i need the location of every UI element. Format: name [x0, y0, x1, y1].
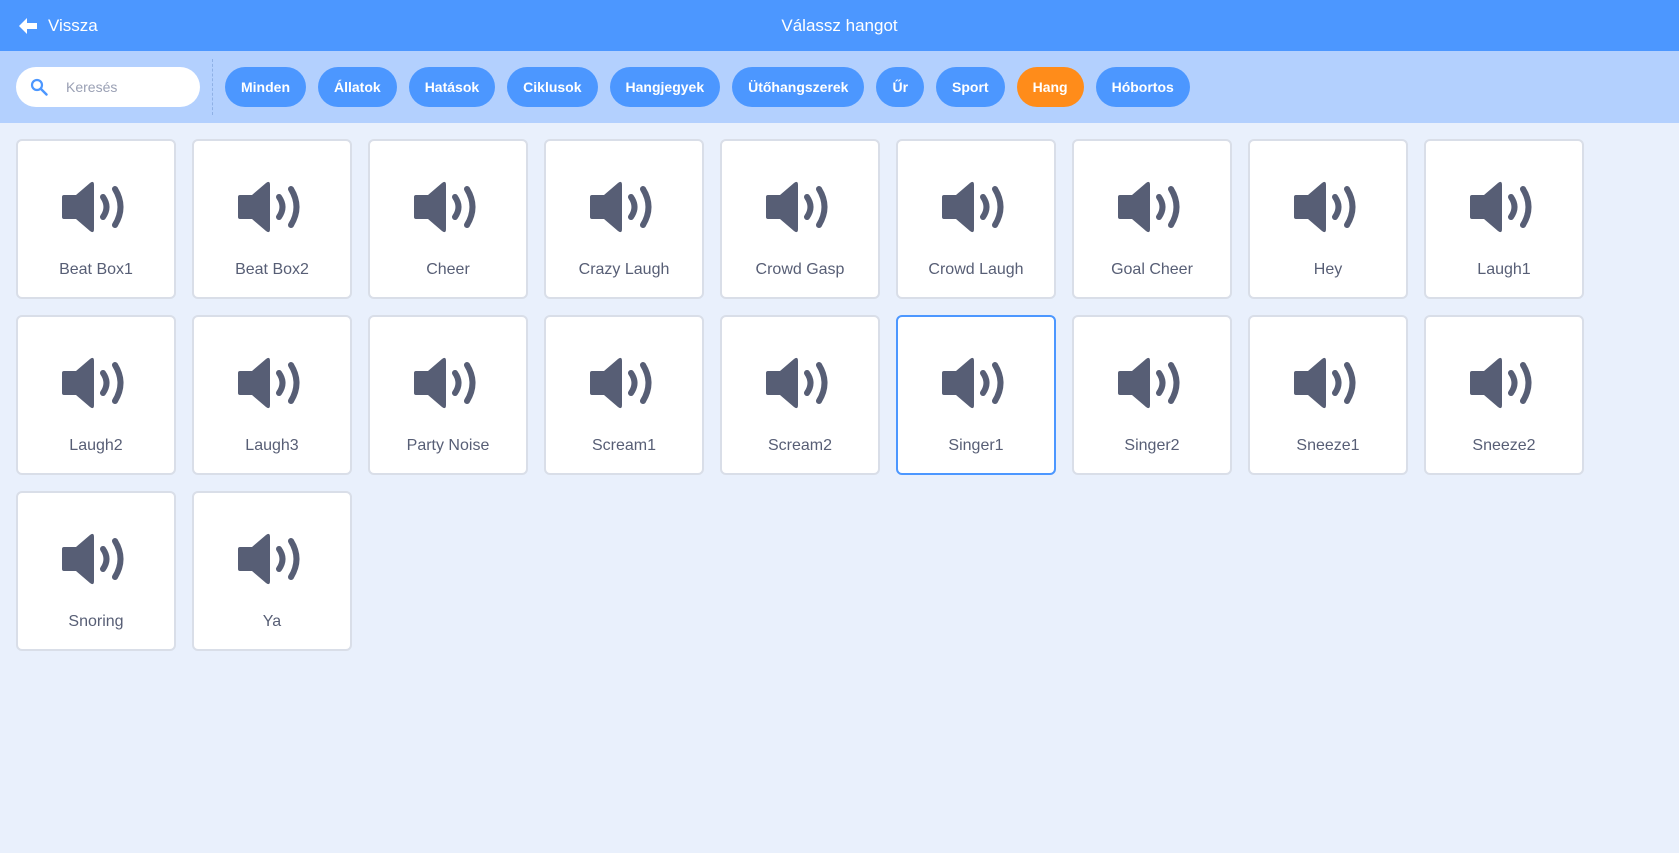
speaker-icon [1116, 179, 1188, 235]
speaker-icon [1468, 179, 1540, 235]
speaker-icon [588, 355, 660, 411]
sound-card[interactable]: Singer1 [896, 315, 1056, 475]
sound-label: Beat Box2 [235, 261, 309, 278]
sound-card[interactable]: Crazy Laugh [544, 139, 704, 299]
sound-card[interactable]: Laugh3 [192, 315, 352, 475]
page-title: Válassz hangot [781, 15, 898, 35]
speaker-icon [236, 355, 308, 411]
sound-label: Snoring [68, 613, 124, 630]
speaker-icon [60, 179, 132, 235]
tag-8[interactable]: Hang [1016, 67, 1084, 107]
sound-card[interactable]: Laugh2 [16, 315, 176, 475]
sound-card[interactable]: Scream1 [544, 315, 704, 475]
tag-4[interactable]: Hangjegyek [609, 67, 721, 107]
sound-label: Cheer [426, 261, 470, 278]
tag-1[interactable]: Állatok [318, 67, 397, 107]
speaker-icon [940, 355, 1012, 411]
sound-card[interactable]: Laugh1 [1424, 139, 1584, 299]
tag-5[interactable]: Ütőhangszerek [732, 67, 865, 107]
back-arrow-icon [19, 17, 37, 34]
speaker-icon [764, 179, 836, 235]
sound-grid: Beat Box1 Beat Box2 Cheer Crazy Laugh Cr… [16, 139, 1584, 651]
sound-card[interactable]: Snoring [16, 491, 176, 651]
speaker-icon [940, 179, 1012, 235]
sound-card[interactable]: Crowd Laugh [896, 139, 1056, 299]
sound-card[interactable]: Beat Box1 [16, 139, 176, 299]
sound-card[interactable]: Goal Cheer [1072, 139, 1232, 299]
sound-label: Ya [262, 613, 282, 630]
sound-card[interactable]: Scream2 [720, 315, 880, 475]
sound-card[interactable]: Party Noise [368, 315, 528, 475]
back-label: Vissza [48, 15, 98, 35]
sound-card[interactable]: Hey [1248, 139, 1408, 299]
sound-label: Scream1 [591, 437, 657, 454]
sound-label: Laugh1 [1477, 261, 1531, 278]
sound-label: Crowd Gasp [755, 261, 845, 278]
sound-label: Goal Cheer [1111, 261, 1193, 278]
sound-label: Hey [1313, 261, 1343, 278]
sound-card[interactable]: Singer2 [1072, 315, 1232, 475]
speaker-icon [412, 355, 484, 411]
speaker-icon [412, 179, 484, 235]
speaker-icon [1116, 355, 1188, 411]
sound-label: Scream2 [767, 437, 833, 454]
sound-label: Crowd Laugh [928, 261, 1024, 278]
sound-label: Party Noise [406, 437, 490, 454]
search-box[interactable] [16, 67, 200, 107]
divider [212, 59, 213, 115]
sound-card[interactable]: Beat Box2 [192, 139, 352, 299]
tag-3[interactable]: Ciklusok [507, 67, 598, 107]
speaker-icon [236, 531, 308, 587]
filter-bar: Minden Állatok Hatások Ciklusok Hangjegyek Üt… [0, 51, 1679, 123]
sound-label: Sneeze2 [1472, 437, 1536, 454]
sound-card[interactable]: Sneeze1 [1248, 315, 1408, 475]
sound-label: Singer1 [948, 437, 1004, 454]
sound-card[interactable]: Crowd Gasp [720, 139, 880, 299]
tag-list: Minden Állatok Hatások Ciklusok Hangjegyek Üt… [225, 67, 1190, 107]
header: Vissza Válassz hangot [0, 0, 1679, 51]
search-icon [30, 78, 48, 96]
sound-card[interactable]: Cheer [368, 139, 528, 299]
sound-label: Singer2 [1124, 437, 1180, 454]
tag-0[interactable]: Minden [225, 67, 306, 107]
sound-label: Sneeze1 [1296, 437, 1360, 454]
speaker-icon [60, 531, 132, 587]
tag-2[interactable]: Hatások [408, 67, 496, 107]
back-button[interactable]: Vissza [18, 0, 98, 51]
tag-7[interactable]: Sport [936, 67, 1005, 107]
speaker-icon [1292, 179, 1364, 235]
search-input[interactable] [66, 75, 186, 99]
sound-card[interactable]: Ya [192, 491, 352, 651]
speaker-icon [60, 355, 132, 411]
tag-9[interactable]: Hóbortos [1095, 67, 1190, 107]
speaker-icon [1468, 355, 1540, 411]
speaker-icon [588, 179, 660, 235]
sound-label: Laugh3 [245, 437, 299, 454]
sound-label: Laugh2 [69, 437, 123, 454]
speaker-icon [1292, 355, 1364, 411]
sound-label: Beat Box1 [59, 261, 133, 278]
speaker-icon [236, 179, 308, 235]
tag-6[interactable]: Űr [876, 67, 925, 107]
sound-label: Crazy Laugh [578, 261, 670, 278]
speaker-icon [764, 355, 836, 411]
sound-card[interactable]: Sneeze2 [1424, 315, 1584, 475]
